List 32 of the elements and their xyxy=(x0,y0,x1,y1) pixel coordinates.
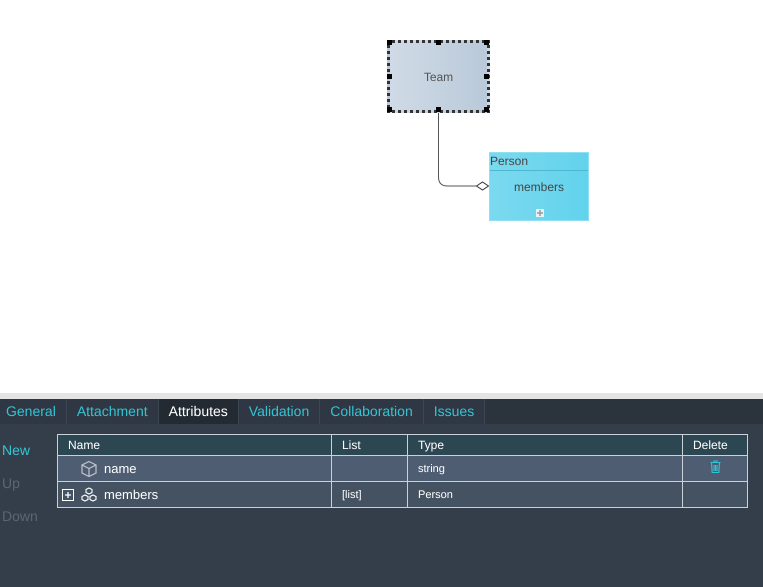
attribute-name: members xyxy=(104,486,158,504)
resize-handle[interactable] xyxy=(387,74,392,78)
delete-icon[interactable] xyxy=(710,460,720,472)
resize-handle[interactable] xyxy=(484,74,489,78)
tab[interactable]: Validation xyxy=(238,399,320,424)
resize-handle[interactable] xyxy=(484,107,489,112)
action-link[interactable]: New xyxy=(2,440,30,461)
class-node[interactable]: Team xyxy=(387,40,490,113)
node-title: Person xyxy=(490,153,588,171)
list-cell: [list] xyxy=(342,489,362,502)
resize-handle[interactable] xyxy=(436,40,440,45)
attribute-name: name xyxy=(104,460,137,478)
type-cell: string xyxy=(418,463,445,476)
column-header: Name xyxy=(58,434,332,456)
node-title: Team xyxy=(424,68,454,86)
column-header: Type xyxy=(408,434,682,456)
node-attribute: members xyxy=(512,179,565,196)
resize-handle[interactable] xyxy=(436,107,440,112)
tab[interactable]: Collaboration xyxy=(320,399,424,424)
resize-handle[interactable] xyxy=(387,107,392,112)
table-row[interactable]: members [list] Person xyxy=(58,482,748,508)
resize-handle[interactable] xyxy=(387,40,392,45)
type-cell: Person xyxy=(418,489,453,502)
resize-handle[interactable] xyxy=(484,40,489,45)
tab[interactable]: Issues xyxy=(424,399,486,424)
tab[interactable]: General xyxy=(0,399,67,424)
tab[interactable]: Attributes xyxy=(158,399,239,424)
cube-icon xyxy=(80,460,98,478)
cubes-icon xyxy=(80,486,98,502)
tab[interactable]: Attachment xyxy=(66,399,159,424)
class-node[interactable]: Person members xyxy=(489,152,589,221)
table-row[interactable]: name string xyxy=(58,456,748,482)
